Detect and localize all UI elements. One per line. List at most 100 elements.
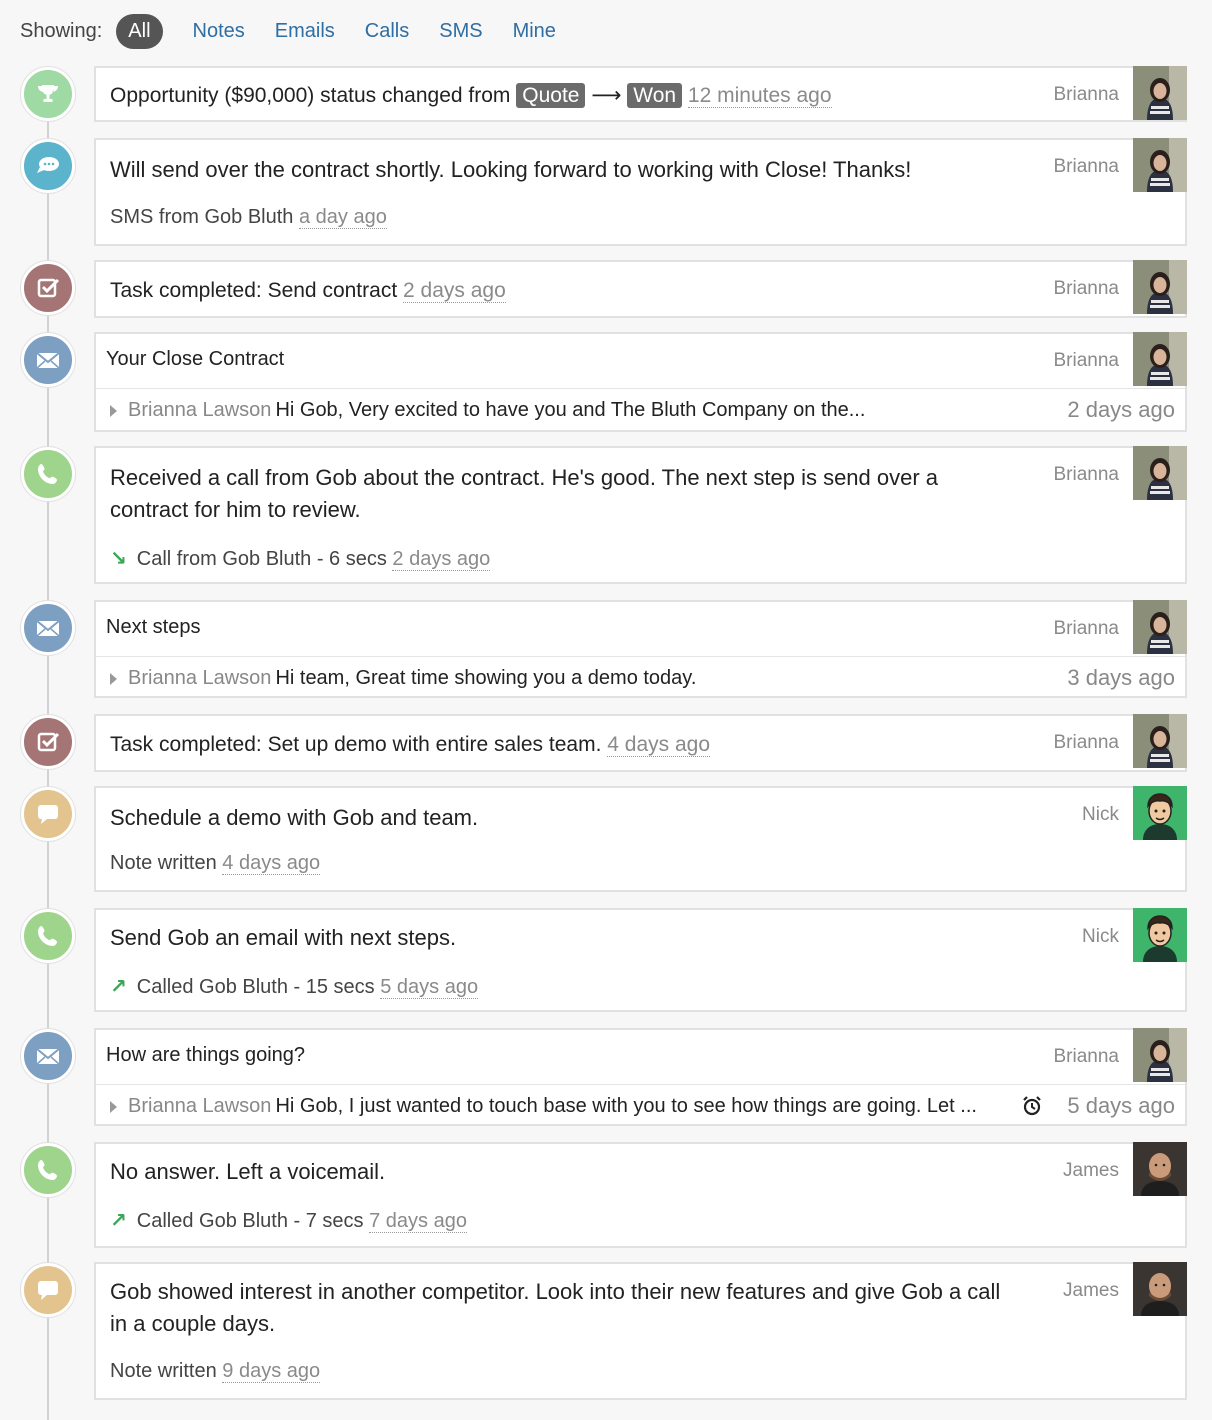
avatar-brianna[interactable] xyxy=(1133,714,1187,768)
alarm-clock-icon[interactable] xyxy=(1021,1095,1043,1117)
email-thread-row[interactable]: Brianna Lawson Hi Gob, Very excited to ha… xyxy=(96,388,1185,431)
avatar-brianna[interactable] xyxy=(1133,138,1187,192)
activity-task-card[interactable]: Task completed: Send contract 2 days ago… xyxy=(94,260,1187,318)
email-time: 2 days ago xyxy=(1067,397,1175,422)
call-body: No answer. Left a voicemail. xyxy=(110,1159,386,1184)
timestamp[interactable]: 4 days ago xyxy=(222,852,321,875)
email-time: 5 days ago xyxy=(1067,1093,1175,1118)
author-name: Brianna xyxy=(1053,84,1120,105)
outgoing-call-arrow-icon: ↗ xyxy=(110,1210,127,1232)
activity-task-card[interactable]: Task completed: Set up demo with entire … xyxy=(94,714,1187,772)
author-name: Brianna xyxy=(1053,278,1120,299)
avatar-brianna[interactable] xyxy=(1133,600,1187,654)
avatar-brianna[interactable] xyxy=(1133,260,1187,314)
activity-note-card[interactable]: Gob showed interest in another competito… xyxy=(94,1262,1187,1400)
timestamp[interactable]: 2 days ago xyxy=(403,279,506,303)
sms-body: Will send over the contract shortly. Loo… xyxy=(110,157,912,182)
activity-call-card[interactable]: Send Gob an email with next steps. ↗ Call… xyxy=(94,908,1187,1012)
note-body: Gob showed interest in another competito… xyxy=(110,1279,1001,1336)
email-preview: Brianna Lawson Hi Gob, I just wanted to t… xyxy=(128,1095,977,1117)
author-name: Brianna xyxy=(1053,156,1120,177)
filter-mine[interactable]: Mine xyxy=(513,20,556,43)
activity-email-card[interactable]: Next steps Brianna Brianna Lawson Hi team… xyxy=(94,600,1187,698)
task-check-icon xyxy=(21,261,75,315)
activity-sms-card[interactable]: Will send over the contract shortly. Loo… xyxy=(94,138,1187,246)
author-name: Nick xyxy=(1082,926,1119,947)
timestamp[interactable]: 4 days ago xyxy=(607,733,711,757)
filter-emails[interactable]: Emails xyxy=(275,20,335,43)
activity-call-card[interactable]: No answer. Left a voicemail. ↗ Called Gob… xyxy=(94,1142,1187,1248)
note-meta: Note written 9 days ago xyxy=(110,1360,321,1383)
filter-notes[interactable]: Notes xyxy=(193,20,245,43)
avatar-james[interactable] xyxy=(1133,1262,1187,1316)
email-time: 3 days ago xyxy=(1067,665,1175,690)
author-name: Brianna xyxy=(1053,464,1120,485)
email-preview: Brianna Lawson Hi team, Great time showin… xyxy=(128,667,697,689)
activity-email-card[interactable]: Your Close Contract Brianna Brianna Laws… xyxy=(94,332,1187,432)
filter-sms[interactable]: SMS xyxy=(439,20,482,43)
status-badge-from: Quote xyxy=(516,83,586,108)
timestamp[interactable]: 9 days ago xyxy=(222,1360,321,1383)
call-body: Received a call from Gob about the contr… xyxy=(110,465,939,522)
email-subject: How are things going? xyxy=(106,1044,306,1066)
trophy-icon xyxy=(21,67,75,121)
author-name: Brianna xyxy=(1053,618,1120,639)
email-preview: Brianna Lawson Hi Gob, Very excited to ha… xyxy=(128,399,866,421)
email-thread-row[interactable]: Brianna Lawson Hi Gob, I just wanted to t… xyxy=(96,1084,1185,1127)
activity-email-card[interactable]: How are things going? Brianna Brianna La… xyxy=(94,1028,1187,1126)
note-bubble-icon xyxy=(21,1263,75,1317)
activity-note-card[interactable]: Schedule a demo with Gob and team. Note … xyxy=(94,786,1187,892)
avatar-nick[interactable] xyxy=(1133,786,1187,840)
timestamp[interactable]: a day ago xyxy=(298,206,387,229)
email-envelope-icon xyxy=(21,601,75,655)
expand-caret-icon[interactable] xyxy=(110,673,117,685)
task-text: Task completed: Send contract 2 days ago xyxy=(110,279,506,303)
email-envelope-icon xyxy=(21,333,75,387)
sms-chat-icon xyxy=(21,139,75,193)
note-body: Schedule a demo with Gob and team. xyxy=(110,805,479,830)
phone-icon xyxy=(21,1143,75,1197)
email-envelope-icon xyxy=(21,1029,75,1083)
timestamp[interactable]: 7 days ago xyxy=(369,1210,467,1233)
activity-opportunity-card[interactable]: Opportunity ($90,000) status changed fro… xyxy=(94,66,1187,122)
expand-caret-icon[interactable] xyxy=(110,1101,117,1113)
avatar-brianna[interactable] xyxy=(1133,446,1187,500)
email-subject: Your Close Contract xyxy=(106,348,285,370)
email-subject: Next steps xyxy=(106,616,201,638)
activity-filter-bar: Showing: All Notes Emails Calls SMS Mine xyxy=(20,12,586,50)
task-check-icon xyxy=(21,715,75,769)
status-badge-to: Won xyxy=(627,83,683,108)
author-name: Nick xyxy=(1082,804,1119,825)
filter-calls[interactable]: Calls xyxy=(365,20,409,43)
call-meta: ↘ Call from Gob Bluth - 6 secs 2 days ago xyxy=(110,548,491,571)
task-text: Task completed: Set up demo with entire … xyxy=(110,733,711,757)
note-bubble-icon xyxy=(21,787,75,841)
activity-call-card[interactable]: Received a call from Gob about the contr… xyxy=(94,446,1187,584)
opportunity-text: Opportunity ($90,000) status changed fro… xyxy=(110,83,832,108)
email-thread-row[interactable]: Brianna Lawson Hi team, Great time showin… xyxy=(96,656,1185,699)
call-meta: ↗ Called Gob Bluth - 15 secs 5 days ago xyxy=(110,976,479,999)
avatar-brianna[interactable] xyxy=(1133,66,1187,120)
avatar-brianna[interactable] xyxy=(1133,1028,1187,1082)
expand-caret-icon[interactable] xyxy=(110,405,117,417)
timestamp[interactable]: 5 days ago xyxy=(380,976,479,999)
avatar-nick[interactable] xyxy=(1133,908,1187,962)
avatar-brianna[interactable] xyxy=(1133,332,1187,386)
incoming-call-arrow-icon: ↘ xyxy=(110,548,127,570)
author-name: Brianna xyxy=(1053,1046,1120,1067)
phone-icon xyxy=(21,909,75,963)
author-name: James xyxy=(1063,1160,1119,1181)
outgoing-call-arrow-icon: ↗ xyxy=(110,976,127,998)
author-name: Brianna xyxy=(1053,732,1120,753)
timestamp[interactable]: 12 minutes ago xyxy=(687,84,832,108)
avatar-james[interactable] xyxy=(1133,1142,1187,1196)
showing-label: Showing: xyxy=(20,19,103,42)
call-body: Send Gob an email with next steps. xyxy=(110,925,457,950)
timestamp[interactable]: 2 days ago xyxy=(392,548,491,571)
note-meta: Note written 4 days ago xyxy=(110,852,321,875)
sms-meta: SMS from Gob Bluth a day ago xyxy=(110,206,387,229)
phone-icon xyxy=(21,447,75,501)
author-name: Brianna xyxy=(1053,350,1120,371)
filter-all[interactable]: All xyxy=(116,13,163,49)
call-meta: ↗ Called Gob Bluth - 7 secs 7 days ago xyxy=(110,1210,467,1233)
